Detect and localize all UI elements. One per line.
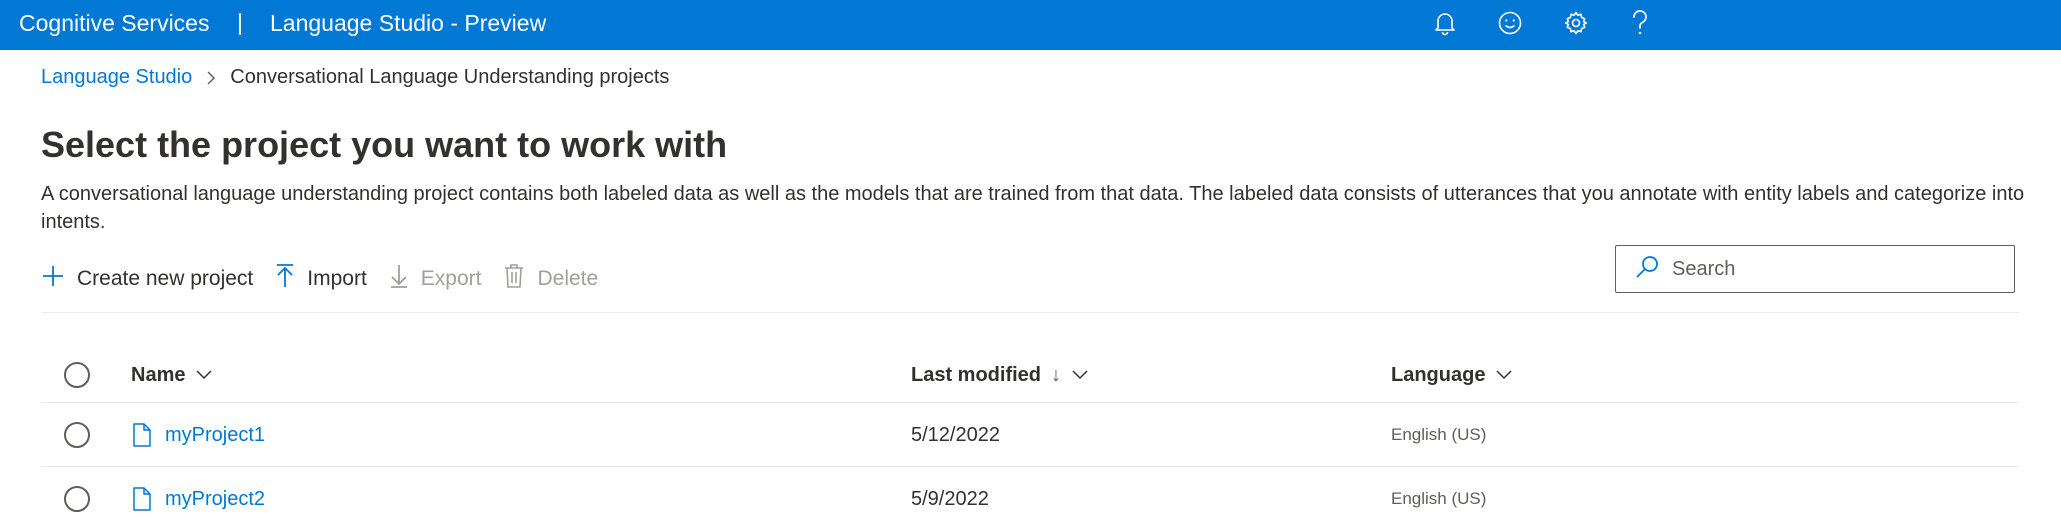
project-name-link[interactable]: myProject2 [165,488,265,511]
column-header-last-modified[interactable]: Last modified ↓ [911,348,1089,402]
last-modified-cell: 5/12/2022 [911,423,1000,446]
export-button[interactable]: Export [389,263,482,295]
document-icon [131,486,153,512]
chevron-down-icon [185,364,213,387]
command-bar-divider [41,312,2019,313]
brand-link[interactable]: Cognitive Services [19,10,209,37]
search-input[interactable] [1670,256,1974,282]
column-header-name[interactable]: Name [131,348,213,402]
sort-descending-icon: ↓ [1051,363,1062,386]
column-name-label: Name [131,363,186,386]
table-header: Name Last modified ↓ Language [41,348,2019,402]
column-header-language[interactable]: Language [1391,348,1513,402]
page-description: A conversational language understanding … [41,183,2025,233]
project-name-cell: myProject2 [131,467,265,531]
create-project-button[interactable]: Create new project [41,264,253,294]
select-all-radio[interactable] [64,362,90,388]
command-bar: Create new project Import Export Delete [41,262,620,296]
create-project-label: Create new project [77,267,254,290]
delete-button[interactable]: Delete [503,263,598,295]
breadcrumb-current: Conversational Language Understanding pr… [230,66,670,88]
chevron-down-icon [1485,364,1513,387]
bell-icon[interactable] [1428,6,1462,40]
import-button[interactable]: Import [275,263,367,295]
download-icon [389,263,421,295]
title-divider: | [237,9,243,35]
delete-label: Delete [537,267,599,290]
top-bar: Cognitive Services | Language Studio - P… [0,0,2061,50]
column-language-label: Language [1391,363,1486,386]
trash-icon [503,263,537,295]
row-select-radio[interactable] [64,422,90,448]
last-modified-cell: 5/9/2022 [911,487,989,510]
smiley-icon[interactable] [1493,6,1527,40]
table-row[interactable]: myProject2 5/9/2022 English (US) [41,467,2019,531]
export-label: Export [420,267,482,290]
search-box[interactable] [1615,245,2015,293]
language-cell: English (US) [1391,489,1487,508]
plus-icon [41,264,77,294]
project-name-cell: myProject1 [131,403,265,467]
search-icon [1616,254,1670,285]
document-icon [131,422,153,448]
project-name-link[interactable]: myProject1 [165,424,265,447]
page-title: Select the project you want to work with [41,124,728,165]
chevron-right-icon [206,70,216,86]
table-row[interactable]: myProject1 5/12/2022 English (US) [41,403,2019,467]
help-icon[interactable] [1623,6,1657,40]
product-title[interactable]: Language Studio - Preview [270,10,546,37]
gear-icon[interactable] [1559,6,1593,40]
breadcrumb-root-link[interactable]: Language Studio [41,66,192,89]
language-cell: English (US) [1391,425,1487,444]
column-modified-label: Last modified [911,363,1042,386]
breadcrumb: Language Studio Conversational Language … [41,66,669,89]
chevron-down-icon [1061,364,1089,387]
upload-icon [275,263,307,295]
import-label: Import [307,267,367,290]
row-select-radio[interactable] [64,486,90,512]
